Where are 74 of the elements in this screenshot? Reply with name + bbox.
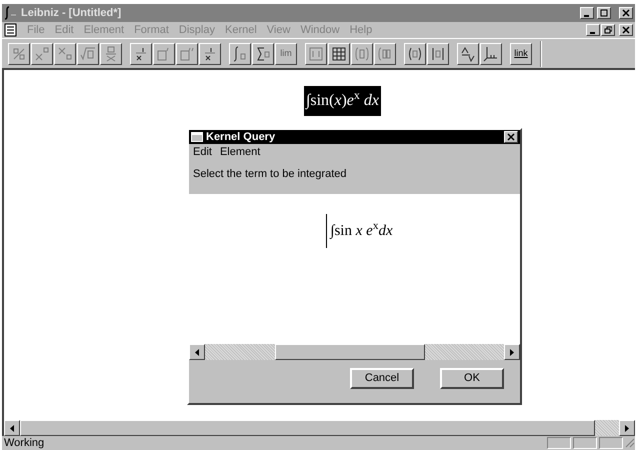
close-icon [507,133,515,141]
formula[interactable]: ∫sin x e$^{x}$dx [330,214,393,242]
fraction-icon [11,46,27,62]
toolbar-button[interactable] [100,42,122,64]
dialog-button[interactable]: OK [440,368,504,389]
toolbar-button[interactable] [427,42,449,64]
horizontal-scrollbar[interactable] [189,344,520,360]
max-button[interactable] [597,7,611,19]
superscript-icon [34,46,50,62]
scroll-thumb[interactable] [275,344,425,360]
status-text: Working [3,436,46,450]
bracket-matrix-icon [308,46,324,62]
table-icon [331,46,347,62]
toolbar-button[interactable] [176,42,198,64]
status-panel [547,437,571,449]
toolbar-button[interactable] [328,42,350,64]
double-prime-icon [179,46,195,62]
scroll-right-button[interactable] [619,420,635,436]
toolbar-button[interactable] [404,42,426,64]
close-button[interactable] [619,7,633,19]
toolbar-button[interactable] [77,42,99,64]
right-arrow-icon [625,424,629,432]
formula[interactable]: ∫sin(x)e$^{x}$ dx [304,86,382,116]
toolbar-button[interactable] [374,42,396,64]
toolbar-button[interactable] [199,42,221,64]
summation-icon [255,46,271,62]
restore-icon [604,26,612,34]
close-icon [622,26,630,34]
scroll-left-button[interactable] [189,344,205,360]
status-panel [599,437,623,449]
toolbar-button[interactable] [457,42,479,64]
left-arrow-icon [195,348,199,356]
dialog-button[interactable]: Cancel [350,368,414,389]
scroll-right-button[interactable] [504,344,520,360]
subscript-icon [57,46,73,62]
min-button[interactable] [586,24,600,36]
toolbar-button[interactable] [480,42,502,64]
menu-item[interactable]: Edit [193,144,212,160]
toolbar-button[interactable] [31,42,53,64]
max-icon [600,9,608,17]
toolbar-button[interactable] [229,42,251,64]
resize-grip-icon[interactable] [625,438,635,448]
prompt-text: Select the term to be integrated [193,168,346,180]
dialog-title: Kernel Query [206,130,276,145]
toolbar-button[interactable] [305,42,327,64]
text-cursor [326,214,328,248]
menu-item[interactable]: Element [220,144,260,160]
min-button[interactable] [580,7,594,19]
toolbar-button[interactable] [130,42,152,64]
toolbar-button[interactable] [54,42,76,64]
right-arrow-icon [510,348,514,356]
toolbar-button[interactable] [8,42,30,64]
integral-icon [232,46,248,62]
link-button[interactable]: link [510,42,532,64]
toolbar-button[interactable] [153,42,175,64]
restore-button[interactable] [601,24,615,36]
absolute-value-icon [430,46,446,62]
document-icon[interactable] [4,23,17,37]
scroll-left-button[interactable] [4,420,20,436]
status-panel [573,437,597,449]
toolbar-button[interactable] [351,42,373,64]
axes-icon [483,46,499,62]
limit-button[interactable]: lim [275,42,297,64]
parentheses-icon [407,46,423,62]
close-button[interactable] [619,24,633,36]
window-title: Leibniz - [Untitled*] [21,6,122,21]
window-icon [191,132,203,142]
close-button[interactable] [504,131,518,143]
left-arrow-icon [10,424,14,432]
close-icon [622,9,630,17]
toolbar-button[interactable] [252,42,274,64]
integral-logo-icon [4,6,18,20]
radical-icon [80,46,96,62]
stacked-box-icon [103,46,119,62]
